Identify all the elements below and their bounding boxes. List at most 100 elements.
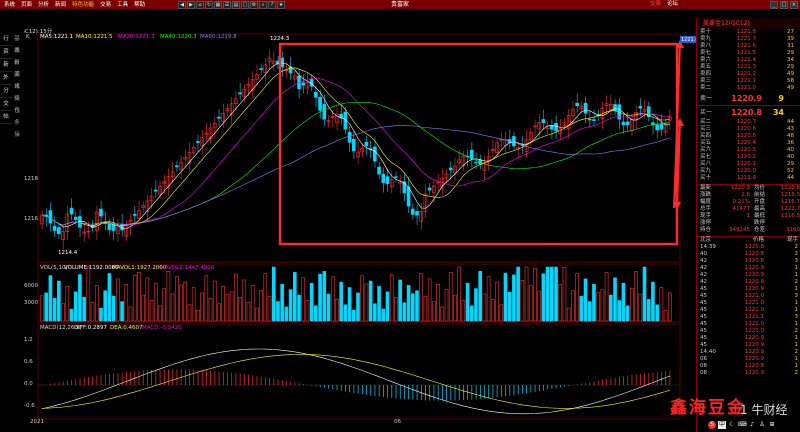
ma10-legend: MA10:1221.5 bbox=[76, 34, 113, 40]
left-nav-item-1[interactable]: 资 bbox=[0, 46, 12, 59]
minimize-icon[interactable]: _ bbox=[770, 1, 778, 9]
ask-row[interactable]: 卖七 1221.5 29 bbox=[697, 50, 800, 57]
chart-area[interactable]: K MA5:1221.1 MA10:1221.5 MA20:1221.3 MA40:12… bbox=[2, 27, 699, 425]
volume-bar bbox=[111, 295, 116, 322]
grid-icon[interactable]: ▦ bbox=[214, 1, 222, 9]
ask-row[interactable]: 卖五 1221.3 29 bbox=[697, 64, 800, 71]
menu-item-1[interactable]: 页面 bbox=[21, 1, 32, 9]
vol-axis-6000: 6000 bbox=[24, 283, 38, 289]
refresh-icon[interactable]: ↻ bbox=[205, 1, 213, 9]
candle-body bbox=[541, 119, 546, 124]
ask1-row[interactable]: 卖一 1220.9 9 bbox=[697, 92, 800, 105]
left-nav-item-4[interactable]: 分 bbox=[0, 85, 12, 98]
tray-icons: S 中 ☾ ⌨ ♪ ♙ ⊞ bbox=[708, 421, 776, 429]
bid-price: 1220.7 bbox=[736, 119, 756, 125]
tick-row: 40 1220.8 2 bbox=[697, 251, 800, 258]
menu-item-3[interactable]: 新闻 bbox=[55, 1, 66, 9]
grid-icon[interactable]: ⊞ bbox=[768, 421, 776, 429]
left-nav-item-5[interactable]: 交 bbox=[0, 98, 12, 111]
forward-icon[interactable]: ▶ bbox=[187, 1, 195, 9]
ask-row[interactable]: 卖六 1221.4 34 bbox=[697, 57, 800, 64]
side-nav-item-2[interactable]: 新闻 bbox=[12, 57, 22, 78]
tick-list[interactable]: 14:39 1220.8 2 40 1220.8 2 42 1220.8 3 42 1220.9 1 4… bbox=[697, 244, 800, 377]
list-icon[interactable]: ☰ bbox=[223, 1, 231, 9]
keyboard-icon[interactable]: ⌨ bbox=[738, 421, 747, 429]
candle-body bbox=[659, 123, 664, 130]
volume-bar bbox=[579, 295, 584, 322]
bid-price: 1219.9 bbox=[736, 175, 756, 181]
maximize-icon[interactable]: □ bbox=[780, 1, 788, 9]
side-nav-item-3[interactable]: 资讯 bbox=[12, 69, 22, 90]
bid-row[interactable]: 买四 1220.5 48 bbox=[697, 133, 800, 140]
menu-item-5[interactable]: 交易 bbox=[100, 1, 111, 9]
shirt-icon[interactable]: ♙ bbox=[758, 421, 766, 429]
menu-item-0[interactable]: 系统 bbox=[4, 1, 15, 9]
bid-row[interactable]: 买三 1220.6 43 bbox=[697, 126, 800, 133]
settings-icon[interactable]: ⚙ bbox=[250, 1, 258, 9]
window-icon[interactable]: ▢ bbox=[241, 1, 249, 9]
tick-t: 42 bbox=[700, 265, 707, 271]
tick-row: 45 1221.0 1 bbox=[697, 307, 800, 314]
volume-bar bbox=[592, 283, 596, 322]
menu-item-2[interactable]: 分析 bbox=[38, 1, 49, 9]
menu-item-4[interactable]: 特色功能 bbox=[72, 1, 94, 9]
stat-a: 涨跌 bbox=[700, 192, 712, 198]
close-icon[interactable]: × bbox=[790, 1, 798, 9]
back-icon[interactable]: ◀ bbox=[178, 1, 186, 9]
left-nav-item-0[interactable]: 行 bbox=[0, 33, 12, 46]
volume-bar bbox=[326, 293, 331, 322]
candle-body bbox=[613, 104, 617, 112]
side-nav-item-0[interactable]: 基本 bbox=[12, 33, 22, 54]
bid1-row[interactable]: 买一 1220.8 34 bbox=[697, 105, 800, 119]
forum-tab[interactable]: 论坛 bbox=[667, 0, 678, 9]
left-nav-item-2[interactable]: 新 bbox=[0, 59, 12, 72]
ask-row[interactable]: 卖十 1221.8 27 bbox=[697, 29, 800, 36]
chinese-input-icon[interactable]: 中 bbox=[718, 421, 726, 429]
toolbar: ◀ ▶ ⌂ ↻ ▦ ☰ ▤ ▢ ⚙ ⌕? ★ bbox=[178, 1, 285, 9]
bid-row[interactable]: 买八 1220.1 29 bbox=[697, 161, 800, 168]
volume-bar bbox=[507, 291, 512, 322]
chart-icon[interactable]: ▤ bbox=[232, 1, 240, 9]
side-nav-item-8[interactable]: 操 bbox=[12, 129, 22, 141]
candle-body bbox=[587, 118, 592, 121]
ticks-header-price: 价格 bbox=[752, 237, 764, 243]
bid-row[interactable]: 买二 1220.7 44 bbox=[697, 119, 800, 126]
ask-row[interactable]: 卖九 1221.7 39 bbox=[697, 36, 800, 43]
bid-row[interactable]: 买六 1220.3 40 bbox=[697, 147, 800, 154]
search-icon[interactable]: ⌕ bbox=[259, 1, 267, 9]
bid-row[interactable]: 买五 1220.4 36 bbox=[697, 140, 800, 147]
side-nav-item-5[interactable]: 持仓 bbox=[12, 93, 22, 114]
ask-price: 1221.7 bbox=[736, 36, 756, 42]
bid-row[interactable]: 买十 1219.9 44 bbox=[697, 175, 800, 182]
watermark: 鑫海豆金 bbox=[670, 398, 746, 418]
side-nav-item-6[interactable]: 代 bbox=[12, 105, 22, 117]
side-nav-item-7[interactable]: 条 bbox=[12, 117, 22, 129]
ask-row[interactable]: 卖二 1221.0 49 bbox=[697, 85, 800, 92]
ask-row[interactable]: 卖三 1221.1 58 bbox=[697, 78, 800, 85]
moon-icon[interactable]: ☾ bbox=[728, 421, 736, 429]
bid-row[interactable]: 买九 1220.0 52 bbox=[697, 168, 800, 175]
tick-v: 1 bbox=[794, 272, 799, 278]
mic-icon[interactable]: ♪ bbox=[748, 421, 756, 429]
home-icon[interactable]: ⌂ bbox=[196, 1, 204, 9]
kline-chart[interactable]: K MA5:1221.1 MA10:1221.5 MA20:1221.3 MA40:12… bbox=[2, 27, 699, 425]
menu-item-6[interactable]: 工具 bbox=[117, 1, 128, 9]
side-nav-item-1[interactable]: 报价 bbox=[12, 45, 22, 66]
star-icon[interactable]: ★ bbox=[277, 1, 285, 9]
help-icon[interactable]: ? bbox=[268, 1, 276, 9]
side-nav-item-4[interactable]: 成交 bbox=[12, 81, 22, 102]
volume-bar bbox=[69, 308, 74, 322]
ask-price: 1221.6 bbox=[736, 43, 756, 49]
ask-row[interactable]: 卖八 1221.6 31 bbox=[697, 43, 800, 50]
left-nav-item-6[interactable]: 帖 bbox=[0, 111, 12, 124]
tick-v: 2 bbox=[794, 244, 799, 250]
left-nav-item-3[interactable]: 外 bbox=[0, 72, 12, 85]
bid-row[interactable]: 买七 1220.2 40 bbox=[697, 154, 800, 161]
volume-bar bbox=[339, 281, 343, 322]
trade-tab[interactable]: 交易 bbox=[650, 0, 661, 9]
bid-price: 1220.6 bbox=[736, 126, 756, 132]
tick-v: 3 bbox=[794, 293, 799, 299]
sogou-icon[interactable]: S bbox=[708, 421, 716, 429]
ask-row[interactable]: 卖四 1221.2 49 bbox=[697, 71, 800, 78]
menu-item-7[interactable]: 帮助 bbox=[134, 1, 145, 9]
